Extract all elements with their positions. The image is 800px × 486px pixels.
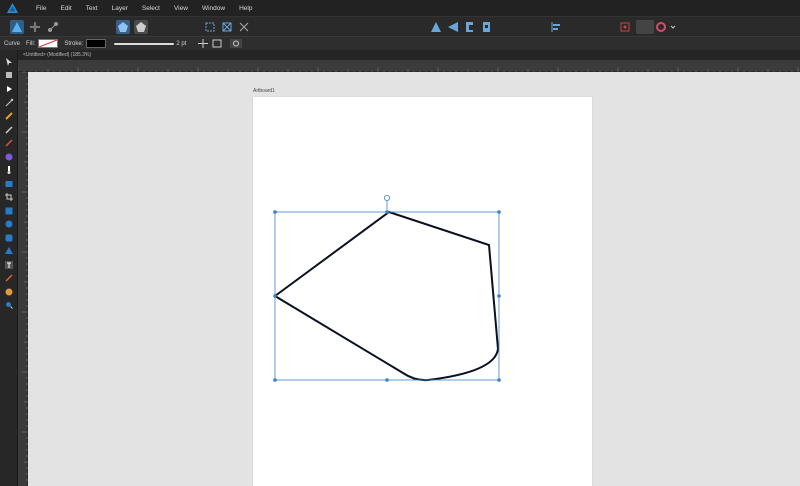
stroke-label: Stroke: — [64, 40, 84, 47]
rotation-handle[interactable] — [383, 194, 390, 201]
menu-text[interactable]: Text — [86, 5, 98, 12]
menu-select[interactable]: Select — [142, 5, 160, 12]
flip-horizontal-icon[interactable] — [429, 20, 443, 34]
vector-brush-tool-icon[interactable] — [4, 135, 14, 147]
pen-tool-icon[interactable] — [4, 122, 14, 134]
mirror-icon[interactable] — [618, 20, 632, 34]
move-icon[interactable] — [198, 39, 209, 48]
selection-handle-middle-right[interactable] — [497, 294, 501, 298]
snap-toggle-icon[interactable] — [230, 39, 243, 48]
menu-file[interactable]: File — [36, 5, 46, 12]
magnet-icon[interactable] — [654, 20, 668, 34]
horizontal-ruler[interactable] — [17, 60, 800, 73]
menu-help[interactable]: Help — [239, 5, 252, 12]
selection-handle-bottom-left[interactable] — [273, 378, 277, 382]
text-tool-icon[interactable] — [4, 257, 14, 269]
designer-persona-icon[interactable] — [10, 20, 24, 34]
fill-label: Fill: — [26, 40, 36, 47]
selection-handle-middle-left[interactable] — [273, 294, 277, 298]
artboard-label: Artboard1 — [253, 88, 275, 94]
ellipse-tool-icon[interactable] — [4, 216, 14, 228]
hand-tool-icon[interactable] — [4, 284, 14, 296]
rectangle-tool-icon[interactable] — [4, 203, 14, 215]
transform-origin-icon[interactable] — [220, 20, 234, 34]
tool-name-label: Curve — [4, 40, 21, 47]
move-tool-icon[interactable] — [4, 54, 14, 66]
menu-view[interactable]: View — [174, 5, 188, 12]
affinity-logo-icon — [4, 0, 20, 16]
selection-handle-top-left[interactable] — [273, 210, 277, 214]
selection-handle-bottom-middle[interactable] — [385, 378, 389, 382]
snapping-icon[interactable] — [203, 20, 217, 34]
crop-tool-icon[interactable] — [4, 189, 14, 201]
stroke-width-value[interactable]: 2 pt — [176, 41, 186, 47]
rounded-rectangle-tool-icon[interactable] — [4, 230, 14, 242]
arrange-front-icon[interactable] — [463, 20, 477, 34]
fill-tool-icon[interactable] — [4, 149, 14, 161]
selection-handle-top-middle[interactable] — [385, 210, 389, 214]
node-tool-icon[interactable] — [4, 81, 14, 92]
pixel-persona-icon[interactable] — [28, 20, 42, 34]
menu-layer[interactable]: Layer — [112, 5, 128, 12]
vertical-ruler[interactable] — [18, 71, 28, 486]
pixel-grid-icon[interactable] — [237, 20, 251, 34]
selection-handle-bottom-right[interactable] — [497, 378, 501, 382]
color-picker-tool-icon[interactable] — [4, 270, 14, 282]
boolean-add-icon[interactable] — [116, 20, 130, 34]
stroke-swatch[interactable] — [86, 39, 107, 48]
artboard-tool-icon[interactable] — [4, 67, 14, 78]
transparency-tool-icon[interactable] — [4, 162, 14, 174]
flip-vertical-icon[interactable] — [446, 20, 460, 34]
pencil-tool-icon[interactable] — [4, 108, 14, 120]
document-tab[interactable]: <Untitled> (Modified) (185.3%) — [18, 50, 800, 60]
chevron-down-icon[interactable] — [669, 20, 677, 34]
fill-swatch[interactable] — [38, 39, 59, 48]
point-transform-tool-icon[interactable] — [4, 95, 14, 107]
boolean-shape-icon[interactable] — [134, 20, 148, 34]
transform-icon[interactable] — [212, 39, 222, 48]
selection-handle-top-right[interactable] — [497, 210, 501, 214]
snapping-options-button[interactable] — [636, 20, 654, 34]
shape-tool-icon[interactable] — [4, 243, 14, 254]
context-toolbar: Curve Fill: Stroke: 2 pt — [0, 36, 800, 50]
stroke-width-slider[interactable] — [114, 42, 175, 45]
document-tab-title: <Untitled> (Modified) (185.3%) — [23, 52, 92, 58]
arrange-back-icon[interactable] — [480, 20, 494, 34]
zoom-tool-icon[interactable] — [4, 297, 14, 309]
menu-window[interactable]: Window — [202, 5, 225, 12]
toolbar — [0, 16, 800, 36]
tools-panel — [0, 50, 18, 486]
align-icon[interactable] — [549, 20, 563, 34]
menu-edit[interactable]: Edit — [60, 5, 71, 12]
place-image-tool-icon[interactable] — [4, 176, 14, 187]
menu-bar: File Edit Text Layer Select View Window … — [0, 0, 800, 16]
export-persona-icon[interactable] — [46, 20, 60, 34]
